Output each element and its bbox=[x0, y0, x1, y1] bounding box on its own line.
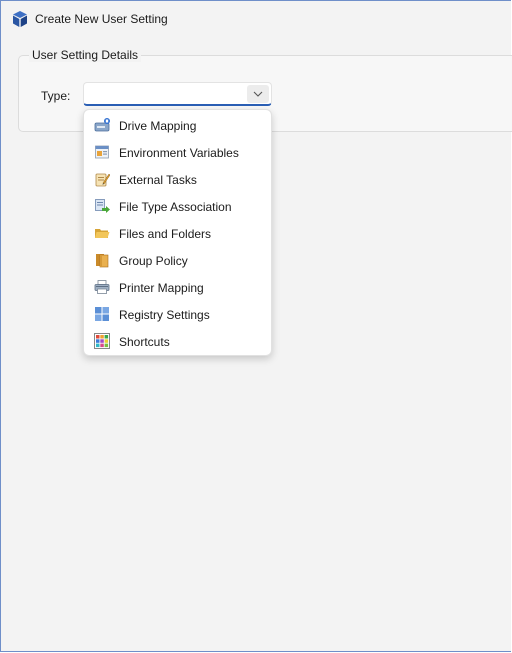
dropdown-item-printer-mapping[interactable]: Printer Mapping bbox=[84, 274, 271, 301]
registry-icon bbox=[95, 307, 109, 321]
type-combobox[interactable] bbox=[83, 82, 272, 106]
dialog-window: Create New User Setting User Setting Det… bbox=[0, 0, 512, 652]
dropdown-item-label: Shortcuts bbox=[119, 335, 170, 349]
dropdown-item-drive-mapping[interactable]: Drive Mapping bbox=[84, 112, 271, 139]
tasks-icon bbox=[95, 173, 110, 187]
group-policy-icon bbox=[96, 254, 109, 268]
dropdown-item-group-policy[interactable]: Group Policy bbox=[84, 247, 271, 274]
dropdown-item-label: Files and Folders bbox=[119, 227, 212, 241]
dropdown-item-files-and-folders[interactable]: Files and Folders bbox=[84, 220, 271, 247]
dropdown-item-label: Printer Mapping bbox=[119, 281, 204, 295]
type-dropdown-list: Drive Mapping Environment Variables Exte… bbox=[83, 109, 272, 356]
dropdown-item-label: File Type Association bbox=[119, 200, 232, 214]
app-cube-icon bbox=[13, 11, 27, 27]
combobox-arrow-button[interactable] bbox=[247, 85, 269, 103]
dropdown-item-label: Drive Mapping bbox=[119, 119, 197, 133]
group-legend: User Setting Details bbox=[29, 48, 142, 62]
title-bar: Create New User Setting bbox=[1, 1, 511, 38]
printer-icon bbox=[94, 280, 110, 294]
dropdown-item-registry-settings[interactable]: Registry Settings bbox=[84, 301, 271, 328]
drive-icon bbox=[94, 118, 110, 132]
dropdown-item-label: Environment Variables bbox=[119, 146, 239, 160]
dropdown-item-label: Group Policy bbox=[119, 254, 188, 268]
shortcuts-icon bbox=[94, 333, 110, 349]
dropdown-item-label: Registry Settings bbox=[119, 308, 210, 322]
dropdown-item-environment-variables[interactable]: Environment Variables bbox=[84, 139, 271, 166]
file-association-icon bbox=[95, 199, 110, 213]
dropdown-item-file-type-association[interactable]: File Type Association bbox=[84, 193, 271, 220]
chevron-down-icon bbox=[253, 91, 263, 97]
window-title: Create New User Setting bbox=[35, 12, 168, 26]
dropdown-item-shortcuts[interactable]: Shortcuts bbox=[84, 328, 271, 355]
folder-icon bbox=[95, 229, 110, 238]
dropdown-item-external-tasks[interactable]: External Tasks bbox=[84, 166, 271, 193]
dropdown-item-label: External Tasks bbox=[119, 173, 197, 187]
type-label: Type: bbox=[41, 89, 71, 103]
environment-icon bbox=[95, 145, 109, 159]
